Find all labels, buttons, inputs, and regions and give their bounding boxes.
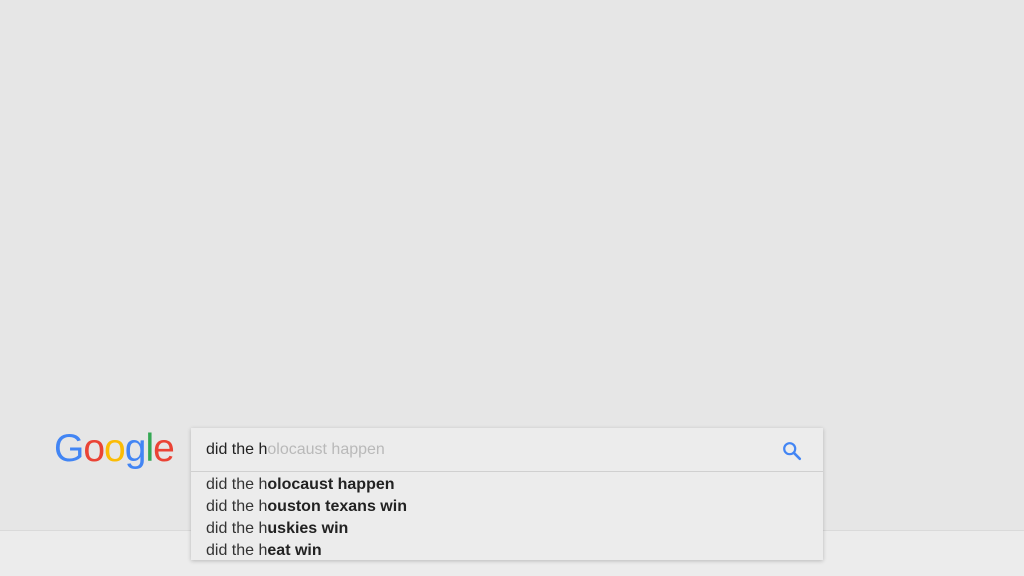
page: Google did the holocaust happen did the … bbox=[0, 0, 1024, 576]
search-box: did the holocaust happen did the holocau… bbox=[191, 428, 823, 560]
logo-letter: g bbox=[124, 427, 147, 470]
suggestion-item[interactable]: did the heat win bbox=[191, 540, 823, 562]
suggestion-completion: olocaust happen bbox=[267, 476, 395, 493]
autocomplete-hint: olocaust happen bbox=[267, 441, 385, 458]
search-icon[interactable] bbox=[781, 440, 803, 462]
search-input[interactable]: did the holocaust happen bbox=[191, 428, 823, 472]
suggestion-prefix: did the h bbox=[206, 520, 268, 537]
suggestion-item[interactable]: did the houston texans win bbox=[191, 496, 823, 518]
logo-letter: o bbox=[104, 427, 126, 470]
suggestion-completion: ouston texans win bbox=[267, 498, 407, 515]
logo-letter: o bbox=[83, 427, 105, 470]
google-logo[interactable]: Google bbox=[54, 426, 175, 472]
suggestion-list: did the holocaust happen did the houston… bbox=[191, 472, 823, 562]
suggestion-prefix: did the h bbox=[206, 498, 268, 515]
logo-letter: e bbox=[153, 427, 175, 470]
suggestion-item[interactable]: did the huskies win bbox=[191, 518, 823, 540]
suggestion-prefix: did the h bbox=[206, 542, 268, 559]
suggestion-prefix: did the h bbox=[206, 476, 268, 493]
logo-letter: G bbox=[54, 427, 84, 470]
suggestion-completion: eat win bbox=[267, 542, 322, 559]
search-query[interactable]: did the holocaust happen bbox=[206, 441, 385, 459]
suggestion-completion: uskies win bbox=[267, 520, 349, 537]
typed-text: did the h bbox=[206, 441, 268, 458]
suggestion-item[interactable]: did the holocaust happen bbox=[191, 474, 823, 496]
logo-letter: l bbox=[145, 427, 154, 470]
